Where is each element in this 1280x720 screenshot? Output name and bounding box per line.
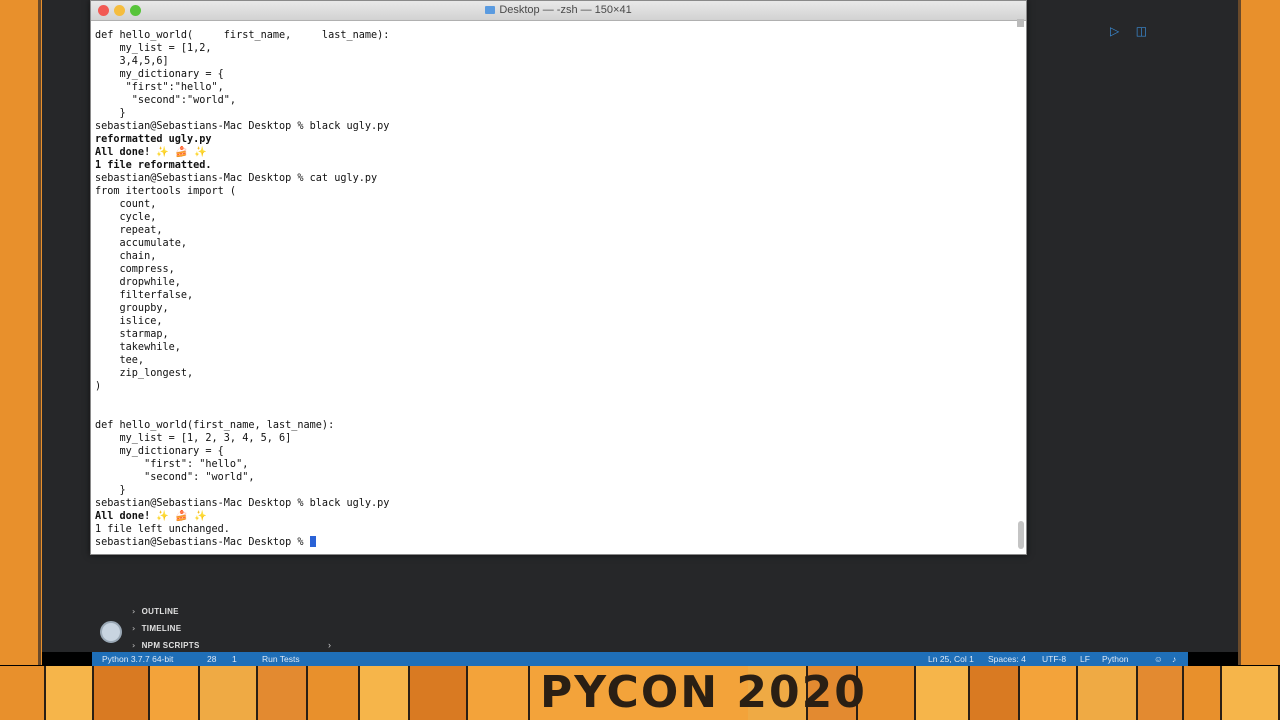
terminal-line: takewhile,: [95, 342, 181, 353]
terminal-line: ): [95, 381, 102, 392]
terminal-line: All done! ✨ 🍰 ✨: [95, 147, 207, 158]
terminal-line: }: [95, 108, 126, 119]
chevron-right-icon: ›: [132, 607, 136, 616]
terminal-title-text: Desktop — -zsh — 150×41: [499, 4, 632, 16]
banner-tile: [0, 666, 46, 720]
terminal-line: def hello_world(first_name, last_name):: [95, 420, 335, 431]
sidebar-section-outline[interactable]: › OUTLINE: [132, 603, 200, 620]
terminal-line: def hello_world( first_name, last_name):: [95, 30, 390, 41]
terminal-line: cycle,: [95, 212, 157, 223]
right-frame-border: [1238, 0, 1280, 665]
chevron-right-icon: ›: [132, 624, 136, 633]
banner-tile: [150, 666, 200, 720]
chevron-right-icon: ›: [132, 641, 136, 650]
terminal-line: sebastian@Sebastians-Mac Desktop % cat u…: [95, 173, 378, 184]
run-icon[interactable]: ▷: [1110, 24, 1119, 38]
terminal-line: my_dictionary = {: [95, 69, 224, 80]
sidebar-section-label: OUTLINE: [141, 607, 179, 616]
terminal-line: 3,4,5,6]: [95, 56, 169, 67]
chevron-right-icon[interactable]: ›: [328, 640, 331, 650]
terminal-line: All done! ✨ 🍰 ✨: [95, 511, 207, 522]
status-bar: Python 3.7.7 64-bit 28 1 Run Tests Ln 25…: [92, 652, 1188, 666]
sidebar-section-label: TIMELINE: [141, 624, 182, 633]
gear-icon[interactable]: [100, 621, 122, 643]
banner-tile: [410, 666, 468, 720]
left-frame-border: [0, 0, 42, 665]
terminal-line: my_list = [1,2,: [95, 43, 212, 54]
python-interpreter[interactable]: Python 3.7.7 64-bit: [102, 652, 173, 666]
banner-title: PYCON 2020: [540, 667, 867, 718]
terminal-prompt-line[interactable]: sebastian@Sebastians-Mac Desktop %: [95, 536, 1012, 549]
end-of-line[interactable]: LF: [1080, 652, 1090, 666]
banner-tile: [360, 666, 410, 720]
language-mode[interactable]: Python: [1102, 652, 1128, 666]
terminal-line: sebastian@Sebastians-Mac Desktop % black…: [95, 121, 390, 132]
sidebar-sections: › OUTLINE › TIMELINE › NPM SCRIPTS: [132, 603, 200, 654]
screen: ▷ ◫ Desktop — -zsh — 150×41 def hello_wo…: [0, 0, 1280, 720]
cursor-position[interactable]: Ln 25, Col 1: [928, 652, 974, 666]
terminal-line: groupby,: [95, 303, 169, 314]
terminal-prompt: sebastian@Sebastians-Mac Desktop %: [95, 537, 310, 548]
terminal-line: 1 file left unchanged.: [95, 524, 230, 535]
banner-tile: [1020, 666, 1078, 720]
terminal-line: my_list = [1, 2, 3, 4, 5, 6]: [95, 433, 292, 444]
terminal-scrollbar[interactable]: [1018, 521, 1024, 549]
banner-tile: [916, 666, 970, 720]
terminal-line: repeat,: [95, 225, 163, 236]
banner-tile: [1078, 666, 1138, 720]
banner-tile: [200, 666, 258, 720]
terminal-line: compress,: [95, 264, 175, 275]
banner-tile: [970, 666, 1020, 720]
sidebar-section-label: NPM SCRIPTS: [141, 641, 200, 650]
banner-tile: [1222, 666, 1280, 720]
terminal-cursor: [309, 536, 316, 547]
banner-tile: [258, 666, 308, 720]
warnings-count[interactable]: 1: [232, 652, 237, 666]
banner-tile: [308, 666, 360, 720]
terminal-line: dropwhile,: [95, 277, 181, 288]
terminal-line: filterfalse,: [95, 290, 194, 301]
terminal-line: "first":"hello",: [95, 82, 224, 93]
editor-actions: ▷ ◫: [1110, 22, 1159, 40]
terminal-titlebar[interactable]: Desktop — -zsh — 150×41: [91, 1, 1026, 21]
terminal-line: starmap,: [95, 329, 169, 340]
scroll-up-icon[interactable]: [1017, 19, 1024, 27]
encoding[interactable]: UTF-8: [1042, 652, 1066, 666]
terminal-window[interactable]: Desktop — -zsh — 150×41 def hello_world(…: [90, 0, 1027, 555]
terminal-line: my_dictionary = {: [95, 446, 224, 457]
sidebar-section-timeline[interactable]: › TIMELINE: [132, 620, 200, 637]
folder-icon: [485, 6, 496, 14]
terminal-line: }: [95, 485, 126, 496]
terminal-line: count,: [95, 199, 157, 210]
banner-tile: [94, 666, 150, 720]
terminal-line: chain,: [95, 251, 157, 262]
terminal-title: Desktop — -zsh — 150×41: [91, 4, 1026, 16]
problems-count[interactable]: 28: [207, 652, 216, 666]
indentation[interactable]: Spaces: 4: [988, 652, 1026, 666]
terminal-line: islice,: [95, 316, 163, 327]
banner-tile: [46, 666, 94, 720]
run-tests-button[interactable]: Run Tests: [262, 652, 300, 666]
pycon-banner: PYCON 2020: [0, 666, 1280, 720]
banner-tile: [468, 666, 530, 720]
feedback-icon[interactable]: ☺: [1154, 652, 1163, 666]
banner-tile: [1138, 666, 1184, 720]
banner-tile: [1184, 666, 1222, 720]
bell-icon[interactable]: ♪: [1172, 652, 1176, 666]
terminal-line: "first": "hello",: [95, 459, 249, 470]
terminal-line: sebastian@Sebastians-Mac Desktop % black…: [95, 498, 390, 509]
terminal-output[interactable]: def hello_world( first_name, last_name):…: [95, 29, 1012, 554]
terminal-line: from itertools import (: [95, 186, 237, 197]
terminal-line: 1 file reformatted.: [95, 160, 212, 171]
terminal-line: "second": "world",: [95, 472, 255, 483]
terminal-line: reformatted ugly.py: [95, 134, 212, 145]
terminal-line: "second":"world",: [95, 95, 237, 106]
terminal-line: accumulate,: [95, 238, 188, 249]
terminal-line: tee,: [95, 355, 145, 366]
split-editor-icon[interactable]: ◫: [1136, 24, 1147, 38]
terminal-line: zip_longest,: [95, 368, 194, 379]
